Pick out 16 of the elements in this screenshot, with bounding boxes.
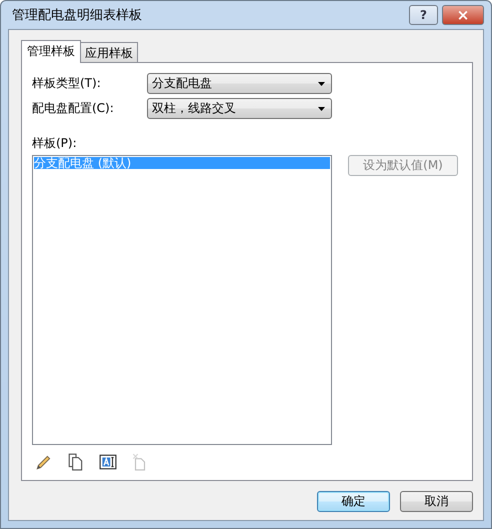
field-label: 配电盘配置(C):: [32, 100, 115, 117]
window-title: 管理配电盘明细表样板: [11, 7, 142, 24]
dropdown-arrow-icon: [318, 82, 325, 86]
help-button[interactable]: ?: [409, 5, 438, 25]
copy-icon[interactable]: [67, 453, 85, 471]
dropdown[interactable]: 双柱，线路交叉: [147, 98, 332, 119]
tab[interactable]: 管理样板: [21, 40, 81, 63]
cancel-button[interactable]: 取消: [400, 491, 473, 512]
ok-button[interactable]: 确定: [317, 491, 390, 512]
tab[interactable]: 应用样板: [80, 42, 138, 62]
list-label: 样板(P):: [32, 135, 78, 152]
rename-icon[interactable]: [99, 453, 117, 471]
dropdown[interactable]: 分支配电盘: [147, 73, 332, 94]
pencil-icon[interactable]: [35, 453, 53, 471]
field-label: 样板类型(T):: [32, 75, 102, 92]
dropdown-arrow-icon: [318, 106, 325, 110]
